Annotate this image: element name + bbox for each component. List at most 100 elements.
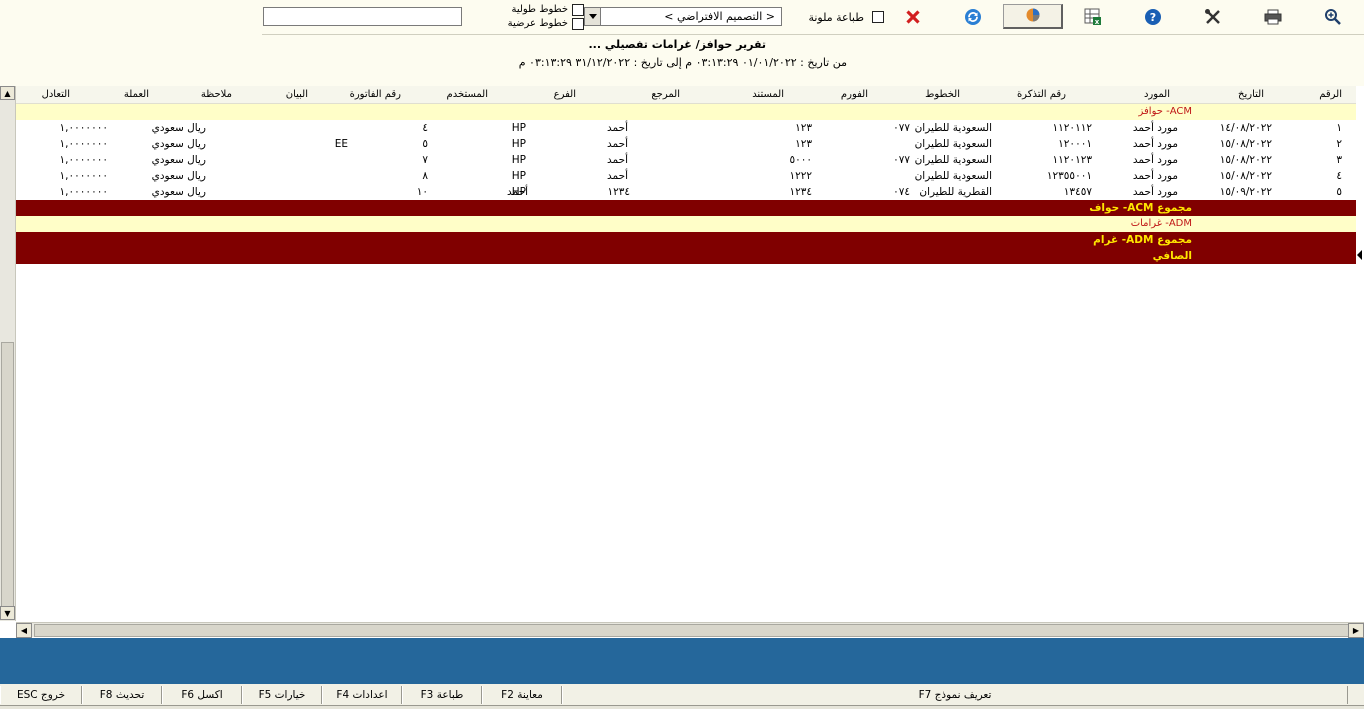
cell-user: HP bbox=[511, 138, 526, 150]
chevron-down-icon[interactable] bbox=[585, 8, 601, 25]
vertical-lines-option[interactable]: خطوط طولية bbox=[511, 3, 584, 16]
print-icon[interactable] bbox=[1261, 6, 1285, 28]
fkey-exit[interactable]: ESC خروج bbox=[0, 686, 82, 704]
fkey-label: اكسل bbox=[197, 689, 223, 701]
col-invoice[interactable]: رقم الفاتورة bbox=[350, 89, 401, 100]
header-divider bbox=[262, 34, 1364, 35]
cell-reference: ١٢٣٤ bbox=[607, 186, 630, 198]
scroll-up-icon[interactable]: ▲ bbox=[0, 86, 15, 100]
col-supplier[interactable]: المورد bbox=[1144, 89, 1170, 100]
horizontal-lines-option[interactable]: خطوط عرضية bbox=[508, 17, 584, 30]
cell-equivalent: ١,٠٠٠٠٠٠٠ bbox=[59, 170, 108, 182]
cell-supplier: مورد أحمد bbox=[1132, 170, 1178, 182]
report-date-range: من تاريخ : ٠١/٠١/٢٠٢٢ ٠٣:١٣:٢٩ م إلى تار… bbox=[518, 56, 847, 69]
cell-invoice: ٥ bbox=[422, 138, 428, 150]
chart-cube-button[interactable] bbox=[1003, 4, 1063, 29]
col-note[interactable]: ملاحظة bbox=[201, 89, 232, 100]
excel-icon[interactable]: x bbox=[1081, 6, 1105, 28]
cell-ticket: ١٢٠٠٠١ bbox=[1058, 138, 1092, 150]
cell-document: ٥٠٠٠ bbox=[789, 154, 812, 166]
cell-branch: أحمد bbox=[607, 154, 628, 166]
cell-statement: EE bbox=[334, 138, 348, 150]
lines-options: خطوط طولية خطوط عرضية bbox=[500, 2, 584, 32]
scroll-down-icon[interactable]: ▼ bbox=[0, 606, 15, 620]
cell-equivalent: ١,٠٠٠٠٠٠٠ bbox=[59, 138, 108, 150]
col-user[interactable]: المستخدم bbox=[447, 89, 488, 100]
net-total-row[interactable]: الصافي bbox=[16, 248, 1356, 264]
group-total-adm[interactable]: مجموع ADM- غرام bbox=[16, 232, 1356, 248]
col-form[interactable]: الفورم bbox=[841, 89, 868, 100]
cell-form: ٠٧٧ bbox=[893, 122, 910, 134]
fkey-print[interactable]: F3 طباعة bbox=[402, 686, 482, 704]
col-reference[interactable]: المرجع bbox=[651, 89, 680, 100]
cell-ticket: ١١٢٠١٢٣ bbox=[1052, 154, 1092, 166]
table-row[interactable]: ٥ ١٥/٠٩/٢٠٢٢ مورد أحمد ١٣٤٥٧ القطرية للط… bbox=[16, 184, 1356, 200]
cell-supplier: مورد أحمد bbox=[1132, 138, 1178, 150]
col-number[interactable]: الرقم bbox=[1319, 89, 1342, 100]
search-input[interactable] bbox=[263, 7, 462, 26]
color-print-checkbox[interactable] bbox=[872, 11, 884, 23]
fkey-preview[interactable]: F2 معاينة bbox=[482, 686, 562, 704]
col-branch[interactable]: الفرع bbox=[554, 89, 576, 100]
fkey-options[interactable]: F5 خيارات bbox=[242, 686, 322, 704]
col-date[interactable]: التاريخ bbox=[1238, 89, 1264, 100]
scroll-left-icon[interactable]: ◀ bbox=[16, 623, 32, 638]
cell-invoice: ١٠ bbox=[416, 186, 428, 198]
design-select-value: < التصميم الافتراضي > bbox=[664, 10, 775, 23]
vertical-scroll-thumb[interactable] bbox=[1, 342, 14, 608]
cell-number: ١ bbox=[1336, 122, 1342, 134]
fkey-code: F5 bbox=[258, 689, 272, 701]
zoom-icon[interactable] bbox=[1321, 6, 1345, 28]
fkey-label: تحديث bbox=[115, 689, 145, 701]
fkey-label: معاينة bbox=[517, 689, 543, 701]
col-equivalent[interactable]: التعادل bbox=[42, 89, 70, 100]
col-statement[interactable]: البيان bbox=[286, 89, 308, 100]
table-row[interactable]: ٣ ١٥/٠٨/٢٠٢٢ مورد أحمد ١١٢٠١٢٣ السعودية … bbox=[16, 152, 1356, 168]
close-icon[interactable] bbox=[901, 6, 925, 28]
net-total-label: الصافي bbox=[1152, 250, 1192, 262]
report-title: تقرير حوافز/ غرامات تفصيلي ... bbox=[588, 38, 767, 51]
col-ticket[interactable]: رقم التذكرة bbox=[1017, 89, 1066, 100]
cell-date: ١٥/٠٨/٢٠٢٢ bbox=[1219, 170, 1272, 182]
group-header-acm[interactable]: ACM- حوافز bbox=[16, 104, 1356, 120]
table-row[interactable]: ٤ ١٥/٠٨/٢٠٢٢ مورد أحمد ١٢٣٥٥٠٠١ السعودية… bbox=[16, 168, 1356, 184]
col-document[interactable]: المستند bbox=[752, 89, 784, 100]
design-select[interactable]: < التصميم الافتراضي > bbox=[584, 7, 782, 26]
fkey-label: تعريف نموذج bbox=[934, 689, 992, 701]
fkey-excel[interactable]: F6 اكسل bbox=[162, 686, 242, 704]
table-row[interactable]: ٢ ١٥/٠٨/٢٠٢٢ مورد أحمد ١٢٠٠٠١ السعودية ل… bbox=[16, 136, 1356, 152]
color-print-option[interactable]: طباعة ملونة bbox=[808, 9, 884, 25]
cell-number: ٥ bbox=[1336, 186, 1342, 198]
vertical-scrollbar[interactable]: ▲ ▼ bbox=[0, 86, 16, 621]
tools-icon[interactable] bbox=[1201, 6, 1225, 28]
svg-text:x: x bbox=[1095, 18, 1100, 26]
fkey-refresh[interactable]: F8 تحديث bbox=[82, 686, 162, 704]
cell-document: ١٢٣٤ bbox=[789, 186, 812, 198]
col-currency[interactable]: العملة bbox=[124, 89, 149, 100]
help-icon[interactable]: ? bbox=[1141, 6, 1165, 28]
cell-user: HP bbox=[511, 122, 526, 134]
cell-invoice: ٧ bbox=[422, 154, 428, 166]
cell-document: ١٢٣ bbox=[795, 138, 812, 150]
cell-ticket: ١٢٣٥٥٠٠١ bbox=[1046, 170, 1092, 182]
fkey-define-template[interactable]: F7 تعريف نموذج bbox=[562, 686, 1348, 704]
cell-currency: ريال سعودي bbox=[151, 154, 206, 166]
cell-ticket: ١١٢٠١١٢ bbox=[1052, 122, 1092, 134]
refresh-icon[interactable] bbox=[961, 6, 985, 28]
horizontal-lines-checkbox[interactable] bbox=[572, 17, 584, 30]
horizontal-scroll-thumb[interactable] bbox=[34, 624, 1350, 637]
horizontal-scrollbar[interactable]: ◀ ▶ bbox=[16, 622, 1364, 638]
col-lines[interactable]: الخطوط bbox=[925, 89, 960, 100]
vertical-lines-checkbox[interactable] bbox=[572, 3, 584, 16]
fkey-settings[interactable]: F4 اعدادات bbox=[322, 686, 402, 704]
report-header: تقرير حوافز/ غرامات تفصيلي ... من تاريخ … bbox=[0, 34, 1364, 86]
cell-supplier: مورد أحمد bbox=[1132, 122, 1178, 134]
cell-lines: القطرية للطيران bbox=[919, 186, 992, 198]
fkey-label: اعدادات bbox=[352, 689, 388, 701]
table-row[interactable]: ١ ١٤/٠٨/٢٠٢٢ مورد أحمد ١١٢٠١١٢ السعودية … bbox=[16, 120, 1356, 136]
group-header-adm[interactable]: ADM- غرامات bbox=[16, 216, 1356, 232]
cell-lines: السعودية للطيران bbox=[914, 154, 992, 166]
group-total-acm[interactable]: مجموع ACM- حواف bbox=[16, 200, 1356, 216]
scroll-right-icon[interactable]: ▶ bbox=[1348, 623, 1364, 638]
cell-user: HP bbox=[511, 154, 526, 166]
